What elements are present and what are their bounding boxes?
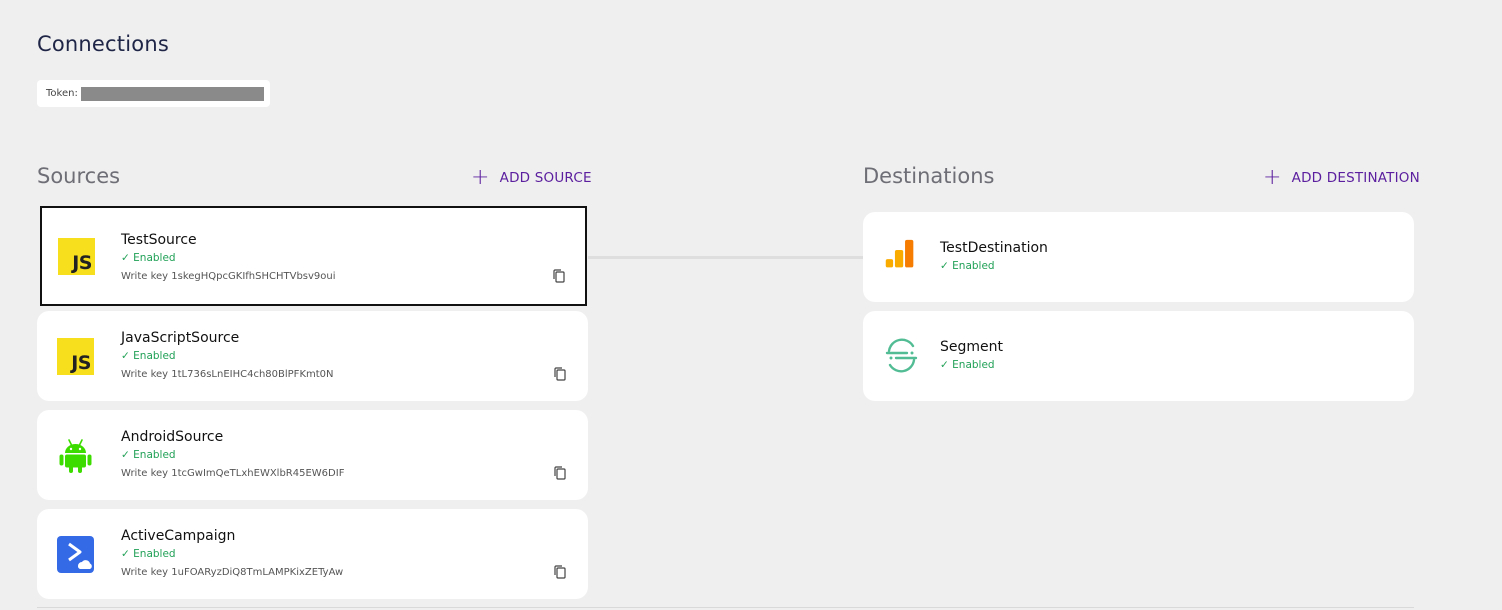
source-card-androidsource[interactable]: AndroidSource ✓ Enabled Write key 1tcGwI…: [37, 410, 588, 500]
source-card-testsource[interactable]: JS TestSource ✓ Enabled Write key 1skegH…: [40, 206, 587, 306]
google-analytics-icon: [885, 239, 914, 268]
status-enabled: ✓ Enabled: [940, 260, 995, 272]
source-name: AndroidSource: [121, 429, 224, 445]
divider: [37, 607, 1414, 608]
plus-icon: +: [1263, 165, 1282, 190]
destination-name: Segment: [940, 339, 1003, 355]
plus-icon: +: [471, 165, 490, 190]
source-name: JavaScriptSource: [121, 330, 240, 346]
token-field: Token:: [37, 80, 270, 107]
status-enabled: ✓ Enabled: [121, 449, 176, 461]
source-card-javascriptsource[interactable]: JS JavaScriptSource ✓ Enabled Write key …: [37, 311, 588, 401]
status-enabled: ✓ Enabled: [940, 359, 995, 371]
source-card-activecampaign[interactable]: ActiveCampaign ✓ Enabled Write key 1uFOA…: [37, 509, 588, 599]
javascript-icon: JS: [57, 338, 94, 375]
android-icon: [59, 439, 92, 473]
source-destination-connector: [588, 256, 864, 259]
destinations-heading: Destinations: [863, 164, 995, 188]
status-enabled: ✓ Enabled: [121, 548, 176, 560]
sources-heading: Sources: [37, 164, 121, 188]
write-key: Write key 1skegHQpcGKIfhSHCHTVbsv9oui: [121, 271, 336, 282]
write-key: Write key 1uFOARyzDiQ8TmLAMPKixZETyAw: [121, 567, 344, 578]
copy-icon[interactable]: [553, 269, 565, 283]
source-name: TestSource: [121, 232, 197, 248]
add-destination-button[interactable]: + ADD DESTINATION: [1263, 165, 1420, 190]
page-title: Connections: [37, 32, 169, 56]
status-enabled: ✓ Enabled: [121, 252, 176, 264]
check-icon: ✓: [940, 359, 949, 371]
javascript-icon: JS: [58, 238, 95, 275]
write-key: Write key 1tL736sLnEIHC4ch80BlPFKmt0N: [121, 369, 334, 380]
connections-page: Connections Token: Sources + ADD SOURCE …: [0, 0, 1502, 610]
status-enabled: ✓ Enabled: [121, 350, 176, 362]
destination-card-testdestination[interactable]: TestDestination ✓ Enabled: [863, 212, 1414, 302]
activecampaign-icon: [57, 536, 94, 573]
destination-name: TestDestination: [940, 240, 1048, 256]
add-destination-label: ADD DESTINATION: [1291, 170, 1420, 186]
copy-icon[interactable]: [554, 565, 566, 579]
token-redacted-value: [80, 86, 264, 101]
add-source-label: ADD SOURCE: [499, 170, 592, 186]
write-key: Write key 1tcGwImQeTLxhEWXlbR45EW6DIF: [121, 468, 345, 479]
segment-icon: [885, 338, 918, 373]
source-name: ActiveCampaign: [121, 528, 236, 544]
check-icon: ✓: [940, 260, 949, 272]
check-icon: ✓: [121, 350, 130, 362]
check-icon: ✓: [121, 449, 130, 461]
copy-icon[interactable]: [554, 466, 566, 480]
check-icon: ✓: [121, 548, 130, 560]
copy-icon[interactable]: [554, 367, 566, 381]
token-label: Token:: [46, 88, 78, 99]
add-source-button[interactable]: + ADD SOURCE: [471, 165, 592, 190]
check-icon: ✓: [121, 252, 130, 264]
destination-card-segment[interactable]: Segment ✓ Enabled: [863, 311, 1414, 401]
